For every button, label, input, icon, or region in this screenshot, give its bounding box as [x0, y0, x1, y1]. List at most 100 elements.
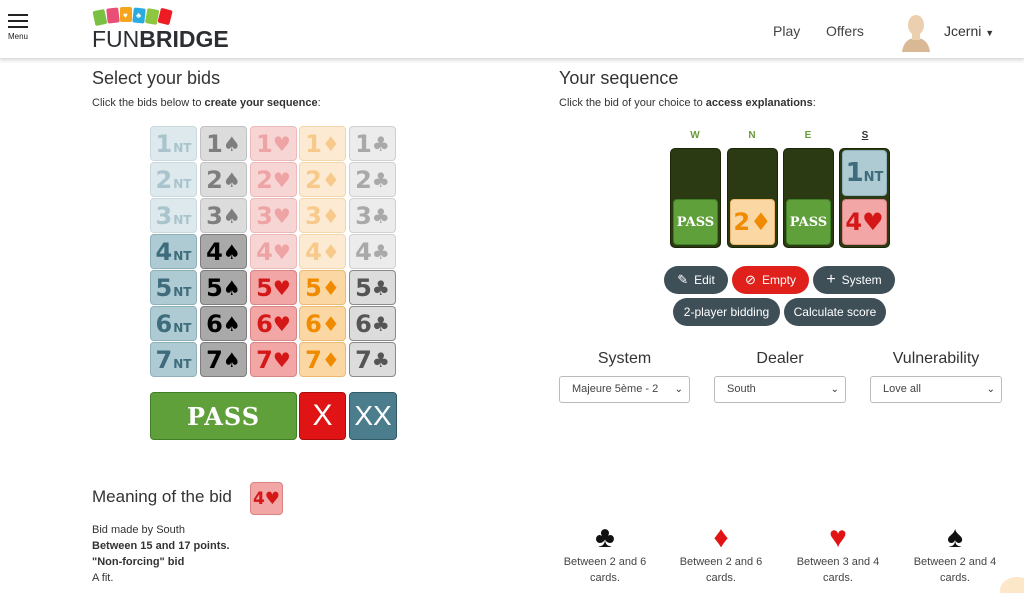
bid-level: 4 [155, 237, 173, 266]
pass-bid-button[interactable]: PASS [150, 392, 297, 440]
bid-cell-2-nt[interactable]: 2 NT [150, 162, 197, 197]
double-bid-button[interactable]: X [299, 392, 346, 440]
help-chat-bubble[interactable] [1000, 577, 1024, 593]
nt-icon: NT [173, 284, 192, 299]
username-dropdown[interactable]: Jcerni ▼ [944, 23, 994, 39]
diamonds-icon: ♦ [321, 347, 340, 372]
clubs-icon: ♣ [371, 239, 390, 264]
seat-column-south: 1 NT 4 ♥ [839, 148, 890, 248]
menu-bar-icon [8, 26, 28, 28]
user-avatar[interactable] [898, 12, 934, 52]
bid-cell-7-hearts[interactable]: 7 ♥ [250, 342, 297, 377]
bid-cell-3-nt[interactable]: 3 NT [150, 198, 197, 233]
dealer-select[interactable]: South ⌄ [714, 376, 846, 403]
nav-offers-link[interactable]: Offers [826, 23, 864, 39]
suit-length-hearts: ♥ Between 3 and 4 cards. [790, 522, 886, 586]
bid-cell-1-nt[interactable]: 1 NT [150, 126, 197, 161]
bid-level: 3 [355, 201, 372, 230]
bid-cell-2-spades[interactable]: 2 ♠ [200, 162, 247, 197]
bid-level: 5 [355, 273, 372, 302]
bid-level: 5 [206, 273, 223, 302]
hearts-icon: ♥ [272, 239, 291, 264]
bid-cell-4-clubs[interactable]: 4 ♣ [349, 234, 396, 269]
bid-cell-7-spades[interactable]: 7 ♠ [200, 342, 247, 377]
bid-cell-5-hearts[interactable]: 5 ♥ [250, 270, 297, 305]
suit-length-text: Between 2 and 6 cards. [679, 556, 763, 584]
spades-icon: ♠ [222, 347, 241, 372]
bid-level: 5 [155, 273, 173, 302]
clubs-icon: ♣ [595, 521, 615, 554]
bid-cell-4-nt[interactable]: 4 NT [150, 234, 197, 269]
bid-cell-3-hearts[interactable]: 3 ♥ [250, 198, 297, 233]
system-select[interactable]: Majeure 5ème - 2 ⌄ [559, 376, 690, 403]
nav-play-link[interactable]: Play [773, 23, 800, 39]
bid-cell-2-clubs[interactable]: 2 ♣ [349, 162, 396, 197]
bid-cell-5-nt[interactable]: 5 NT [150, 270, 197, 305]
bid-cell-6-nt[interactable]: 6 NT [150, 306, 197, 341]
bid-cell-4-diamonds[interactable]: 4 ♦ [299, 234, 346, 269]
system-button[interactable]: + System [813, 266, 895, 294]
bid-cell-6-diamonds[interactable]: 6 ♦ [299, 306, 346, 341]
bid-level: 2 [256, 165, 273, 194]
bid-cell-3-clubs[interactable]: 3 ♣ [349, 198, 396, 233]
select-bids-subtitle: Click the bids below to create your sequ… [92, 97, 321, 109]
bid-cell-1-spades[interactable]: 1 ♠ [200, 126, 247, 161]
edit-button[interactable]: ✎ Edit [664, 266, 728, 294]
bid-cell-6-spades[interactable]: 6 ♠ [200, 306, 247, 341]
bid-cell-4-spades[interactable]: 4 ♠ [200, 234, 247, 269]
diamonds-icon: ♦ [321, 311, 340, 336]
meaning-fit: A fit. [92, 572, 114, 584]
svg-text:♣: ♣ [136, 11, 142, 20]
bid-cell-5-diamonds[interactable]: 5 ♦ [299, 270, 346, 305]
meaning-title: Meaning of the bid [92, 487, 232, 506]
bid-level: 4 [256, 237, 273, 266]
redouble-bid-button[interactable]: XX [349, 392, 397, 440]
your-sequence-title: Your sequence [559, 68, 679, 88]
vulnerability-select[interactable]: Love all ⌄ [870, 376, 1002, 403]
bid-cell-4-hearts[interactable]: 4 ♥ [250, 234, 297, 269]
diamonds-icon: ♦ [321, 275, 340, 300]
clubs-icon: ♣ [371, 131, 390, 156]
bid-level: 5 [305, 273, 322, 302]
sequence-bid-south-1nt[interactable]: 1 NT [842, 150, 887, 196]
bid-cell-5-spades[interactable]: 5 ♠ [200, 270, 247, 305]
bid-cell-2-diamonds[interactable]: 2 ♦ [299, 162, 346, 197]
nt-icon: NT [173, 176, 192, 191]
sequence-bid-south-4h[interactable]: 4 ♥ [842, 199, 887, 245]
sequence-bid-east-pass[interactable]: PASS [786, 199, 831, 245]
bid-level: 2 [155, 165, 173, 194]
empty-button[interactable]: ⊘ Empty [732, 266, 809, 294]
bid-cell-1-clubs[interactable]: 1 ♣ [349, 126, 396, 161]
seat-headers: W N E S [670, 130, 890, 144]
bid-cell-7-nt[interactable]: 7 NT [150, 342, 197, 377]
bid-cell-2-hearts[interactable]: 2 ♥ [250, 162, 297, 197]
bid-level: 1 [155, 129, 173, 158]
meaning-bid-badge: 4♥ [250, 482, 283, 515]
hamburger-menu-button[interactable]: Menu [6, 14, 30, 41]
bid-level: 2 [305, 165, 322, 194]
hearts-icon: ♥ [272, 311, 291, 336]
bid-cell-6-clubs[interactable]: 6 ♣ [349, 306, 396, 341]
funbridge-logo[interactable]: ♥ ♣ FUNBRIDGE [92, 6, 232, 52]
bid-cell-5-clubs[interactable]: 5 ♣ [349, 270, 396, 305]
bid-cell-7-diamonds[interactable]: 7 ♦ [299, 342, 346, 377]
bid-cell-7-clubs[interactable]: 7 ♣ [349, 342, 396, 377]
bid-cell-6-hearts[interactable]: 6 ♥ [250, 306, 297, 341]
vulnerability-label: Vulnerability [892, 350, 980, 367]
sequence-bid-north-2d[interactable]: 2 ♦ [730, 199, 775, 245]
bid-cell-3-diamonds[interactable]: 3 ♦ [299, 198, 346, 233]
calculate-score-button[interactable]: Calculate score [784, 298, 886, 326]
bid-cell-1-diamonds[interactable]: 1 ♦ [299, 126, 346, 161]
bid-cell-1-hearts[interactable]: 1 ♥ [250, 126, 297, 161]
two-player-bidding-button[interactable]: 2-player bidding [673, 298, 780, 326]
bid-cell-3-spades[interactable]: 3 ♠ [200, 198, 247, 233]
bid-level: 3 [256, 201, 273, 230]
nt-icon: NT [173, 356, 192, 371]
bid-level: 4 [206, 237, 223, 266]
clubs-icon: ♣ [371, 167, 390, 192]
edit-icon: ✎ [677, 272, 689, 287]
suit-length-clubs: ♣ Between 2 and 6 cards. [557, 522, 653, 586]
sequence-bid-west-pass[interactable]: PASS [673, 199, 718, 245]
suit-length-spades: ♠ Between 2 and 4 cards. [907, 522, 1003, 586]
diamonds-icon: ♦ [713, 521, 729, 554]
